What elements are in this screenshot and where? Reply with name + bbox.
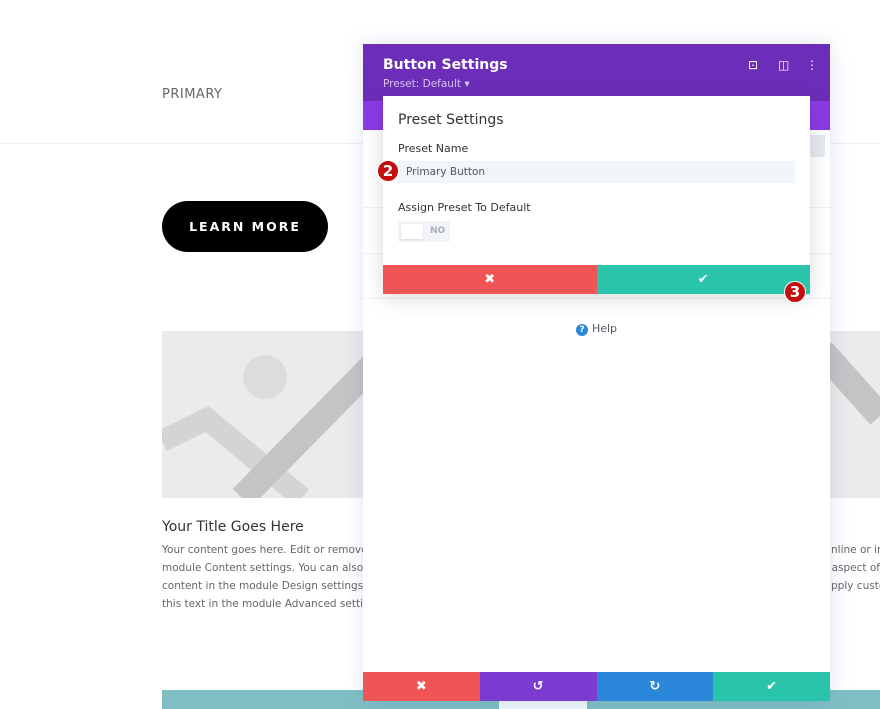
help-icon: ?	[575, 324, 588, 336]
toggle-state: NO	[430, 226, 446, 236]
preset-settings-popup: Preset Settings Preset Name Assign Prese…	[383, 96, 810, 294]
assign-default-toggle[interactable]: NO	[398, 221, 450, 242]
fullscreen-icon[interactable]: ⊡	[748, 58, 758, 72]
popup-title: Preset Settings	[398, 112, 504, 128]
modal-footer: ✖ ↺ ↻ ✔	[363, 672, 830, 701]
help-link[interactable]: ? Help	[363, 322, 830, 336]
popup-actions: ✖ ✔	[383, 265, 810, 294]
modal-title: Button Settings	[383, 57, 508, 73]
preset-name-input[interactable]	[398, 161, 795, 183]
discard-button[interactable]: ✖	[363, 672, 480, 701]
module-title: Your Title Goes Here	[162, 519, 304, 535]
preset-dropdown[interactable]: Preset: Default ▾	[383, 78, 470, 90]
assign-preset-label: Assign Preset To Default	[398, 201, 531, 214]
split-view-icon[interactable]: ◫	[778, 58, 789, 72]
body-text: nline or in	[831, 544, 880, 556]
body-text: module Content settings. You can also st…	[162, 562, 383, 574]
confirm-button[interactable]: ✔	[596, 265, 810, 294]
section-gap	[499, 700, 587, 709]
preset-name-label: Preset Name	[398, 142, 469, 155]
body-text: pply custo	[831, 580, 880, 592]
cancel-button[interactable]: ✖	[383, 265, 597, 294]
menu-item-primary[interactable]: PRIMARY	[162, 87, 222, 102]
step-badge: 2	[377, 160, 399, 182]
divider	[363, 298, 830, 299]
undo-button[interactable]: ↺	[479, 672, 597, 701]
body-text: content in the module Design settings an	[162, 580, 380, 592]
body-text: Your content goes here. Edit or remove t…	[162, 544, 382, 556]
body-text: aspect of	[831, 562, 880, 574]
modal-header: Button Settings Preset: Default ▾ ⊡ ◫ ⋮	[363, 44, 830, 101]
redo-button[interactable]: ↻	[596, 672, 714, 701]
learn-more-button[interactable]: LEARN MORE	[162, 201, 328, 252]
save-button[interactable]: ✔	[713, 672, 830, 701]
help-label: Help	[591, 322, 618, 335]
more-vertical-icon[interactable]: ⋮	[806, 58, 818, 72]
toggle-knob	[401, 224, 423, 239]
step-badge: 3	[784, 281, 806, 303]
body-text: this text in the module Advanced setting…	[162, 598, 382, 610]
